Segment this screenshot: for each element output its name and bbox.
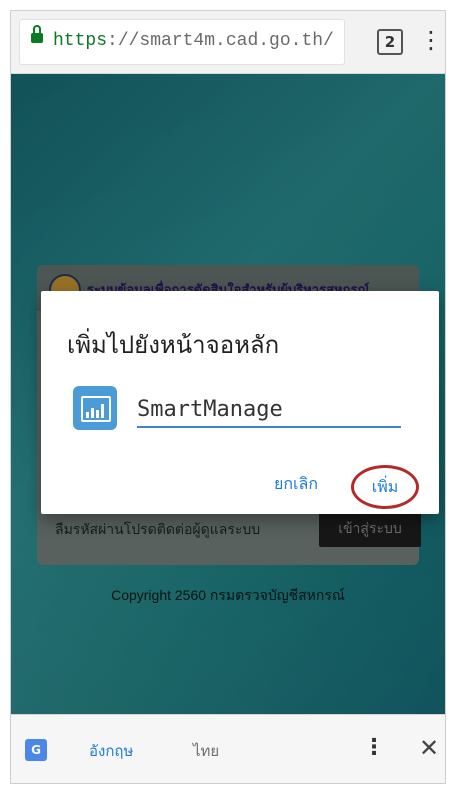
chart-icon-bar [101, 404, 104, 418]
more-vert-icon[interactable]: ⋮ [363, 733, 385, 763]
browser-toolbar: https://smart4m.cad.go.th/s 2 ⋮ [11, 11, 445, 74]
tab-switcher-button[interactable]: 2 [377, 29, 403, 55]
close-icon[interactable]: ✕ [419, 733, 439, 763]
chart-icon-bar [86, 412, 89, 418]
phone-screen: https://smart4m.cad.go.th/s 2 ⋮ ระบบข้อม… [10, 10, 446, 784]
chart-icon-bar [91, 408, 94, 418]
lang-thai-tab[interactable]: ไทย [193, 739, 243, 761]
url-text[interactable]: https://smart4m.cad.go.th/s [53, 29, 335, 53]
lang-english-tab[interactable]: อังกฤษ [89, 739, 149, 761]
url-scheme: https [53, 31, 108, 51]
app-chart-icon [73, 386, 117, 430]
chart-icon-frame [81, 396, 111, 422]
google-translate-icon: G [25, 739, 51, 765]
cancel-button[interactable]: ยกเลิก [263, 471, 329, 497]
url-path: ://smart4m.cad.go.th/s [107, 31, 335, 51]
add-to-home-dialog: เพิ่มไปยังหน้าจอหลัก ยกเลิก เพิ่ม [41, 291, 439, 514]
more-vert-icon[interactable]: ⋮ [419, 25, 443, 55]
add-button[interactable]: เพิ่ม [351, 465, 419, 509]
lock-icon [31, 25, 43, 43]
chart-icon-bar [96, 410, 99, 418]
translate-bar: G อังกฤษ ไทย ⋮ ✕ [11, 714, 445, 783]
dialog-title: เพิ่มไปยังหน้าจอหลัก [67, 331, 280, 359]
shortcut-name-input[interactable] [137, 392, 401, 428]
